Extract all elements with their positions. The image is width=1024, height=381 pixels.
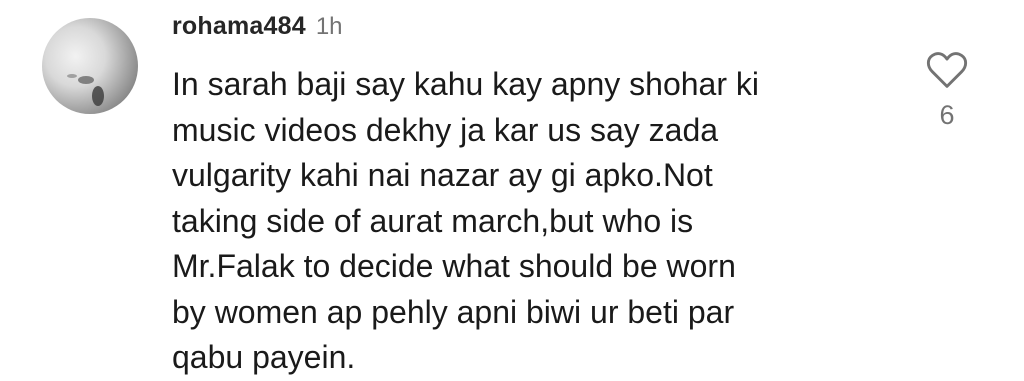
timestamp[interactable]: 1h [316, 13, 343, 41]
like-section: 6 [922, 50, 972, 131]
like-count: 6 [939, 100, 955, 130]
avatar[interactable] [42, 18, 138, 114]
avatar-image [67, 74, 104, 106]
comment-item: rohama484 1h In sarah baji say kahu kay … [0, 0, 1024, 375]
comment-header: rohama484 1h [172, 12, 343, 48]
heart-outline-icon[interactable] [925, 50, 969, 90]
comment-text: In sarah baji say kahu kay apny shohar k… [172, 66, 759, 375]
username[interactable]: rohama484 [172, 12, 306, 41]
